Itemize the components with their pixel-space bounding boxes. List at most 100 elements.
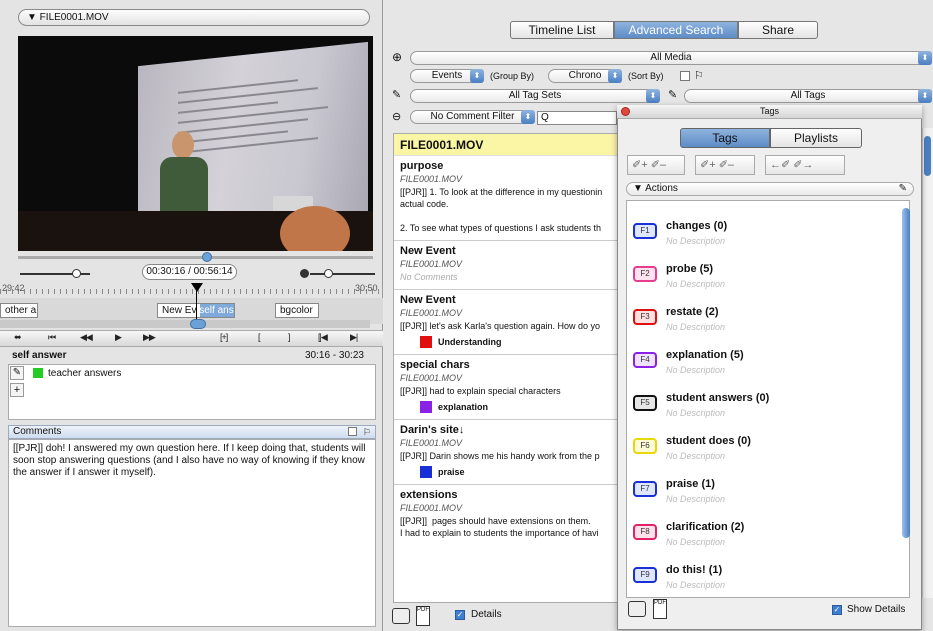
- video-player[interactable]: [18, 36, 373, 251]
- tag-description: No Description: [666, 451, 726, 461]
- rewind-button[interactable]: ◀◀: [80, 332, 93, 343]
- tag-color-swatch: [420, 466, 432, 478]
- sort-by-label: (Sort By): [628, 71, 664, 81]
- playhead-marker-icon[interactable]: [191, 283, 203, 292]
- timeline-clip[interactable]: bgcolor: [275, 303, 319, 318]
- flag-icon[interactable]: ⚐: [363, 426, 371, 438]
- tag-item[interactable]: F5 student answers (0) No Description: [633, 381, 893, 421]
- print-icon[interactable]: [392, 608, 410, 624]
- media-icon: ⊕: [392, 50, 403, 64]
- event-item[interactable]: New Event FILE0001.MOV No Comments: [394, 241, 617, 290]
- event-item[interactable]: Darin's site↓ FILE0001.MOV [[PJR]] Darin…: [394, 420, 617, 485]
- jump-start-button[interactable]: ⏮: [48, 332, 56, 343]
- go-to-out-button[interactable]: ▶|: [350, 332, 358, 343]
- group-by-select[interactable]: Events ⬍: [410, 69, 484, 83]
- tag-name: probe (5): [666, 263, 714, 275]
- tag-item[interactable]: F8 clarification (2) No Description: [633, 510, 893, 550]
- tab-timeline-list[interactable]: Timeline List: [510, 21, 614, 39]
- event-title: New Event: [400, 294, 456, 306]
- tag-hotkey-badge: F4: [633, 352, 657, 368]
- comments-textarea[interactable]: [[PJR]] doh! I answered my own question …: [8, 439, 376, 627]
- details-checkbox[interactable]: ✓: [455, 610, 465, 620]
- event-title: Darin's site↓: [400, 424, 465, 436]
- tag-item[interactable]: F1 changes (0) No Description: [633, 209, 893, 249]
- speed-slider[interactable]: [300, 269, 375, 279]
- event-file: FILE0001.MOV: [400, 259, 463, 269]
- close-icon[interactable]: [621, 107, 630, 116]
- tab-playlists[interactable]: Playlists: [770, 128, 862, 148]
- pdf-export-icon[interactable]: PDF: [653, 599, 667, 619]
- tab-advanced-search[interactable]: Advanced Search: [614, 21, 738, 39]
- event-comment: [[PJR]] 1. To look at the difference in …: [400, 187, 603, 233]
- comments-checkbox[interactable]: [348, 427, 357, 436]
- tag-color-swatch: [33, 368, 43, 378]
- timeline-zoom-bar[interactable]: [0, 320, 370, 328]
- tag-item[interactable]: F4 explanation (5) No Description: [633, 338, 893, 378]
- tag-hotkey-badge: F7: [633, 481, 657, 497]
- ruler-end-time: 30:50: [355, 283, 378, 293]
- mark-in-button[interactable]: [: [258, 332, 260, 342]
- fast-forward-button[interactable]: ▶▶: [143, 332, 156, 343]
- add-remove-tagset-tools[interactable]: ✐+ ✐–: [695, 155, 755, 175]
- tag-name: changes (0): [666, 220, 728, 232]
- play-button[interactable]: ▶: [115, 332, 122, 343]
- all-tags-select[interactable]: All Tags ⬍: [684, 89, 932, 103]
- playback-scrubber[interactable]: [18, 256, 373, 259]
- event-comment: No Comments: [400, 272, 458, 282]
- event-file: FILE0001.MOV: [400, 174, 463, 184]
- actions-menu[interactable]: ▼ Actions ✎: [626, 182, 914, 196]
- timeline-clip[interactable]: other a: [0, 303, 38, 318]
- zoom-knob[interactable]: [190, 319, 206, 329]
- tag-hotkey-badge: F2: [633, 266, 657, 282]
- list-scrollbar[interactable]: [922, 128, 933, 598]
- event-comment: [[PJR]] let's ask Karla's question again…: [400, 321, 601, 331]
- tab-tags[interactable]: Tags: [680, 128, 770, 148]
- mark-out-button[interactable]: ]: [288, 332, 290, 342]
- ruler-start-time: 29:42: [2, 283, 25, 293]
- event-item[interactable]: purpose FILE0001.MOV [[PJR]] 1. To look …: [394, 156, 617, 241]
- go-to-in-button[interactable]: [|◀: [318, 332, 328, 343]
- event-title: New Event: [400, 245, 456, 257]
- details-label: Details: [471, 609, 502, 620]
- show-details-label: Show Details: [847, 604, 906, 615]
- sort-checkbox[interactable]: [680, 71, 690, 81]
- tag-description: No Description: [666, 279, 726, 289]
- add-remove-tag-tools[interactable]: ✐+ ✐–: [627, 155, 685, 175]
- tag-item[interactable]: F9 do this! (1) No Description: [633, 553, 893, 593]
- tag-sets-select[interactable]: All Tag Sets ⬍: [410, 89, 660, 103]
- add-tag-button[interactable]: +: [10, 383, 24, 397]
- event-item[interactable]: special chars FILE0001.MOV [[PJR]] had t…: [394, 355, 617, 420]
- tag-item[interactable]: F2 probe (5) No Description: [633, 252, 893, 292]
- event-title: extensions: [400, 489, 458, 501]
- file-selector[interactable]: ▼ FILE0001.MOV: [18, 9, 370, 26]
- comment-filter-select[interactable]: No Comment Filter ⬍: [410, 110, 535, 124]
- tag-item[interactable]: F6 student does (0) No Description: [633, 424, 893, 464]
- event-time-range: 30:16 - 30:23: [305, 350, 364, 361]
- pencil-icon[interactable]: ✎: [899, 183, 907, 195]
- search-input[interactable]: Q: [537, 111, 617, 125]
- event-title: special chars: [400, 359, 470, 371]
- new-event-button[interactable]: [+]: [220, 332, 228, 342]
- volume-slider[interactable]: [20, 269, 90, 279]
- media-filter-select[interactable]: All Media ⬍: [410, 51, 932, 65]
- fit-button[interactable]: ⬌: [14, 332, 21, 343]
- pdf-export-icon[interactable]: PDF: [416, 606, 430, 626]
- tab-share[interactable]: Share: [738, 21, 818, 39]
- tag-item[interactable]: F7 praise (1) No Description: [633, 467, 893, 507]
- tag-item[interactable]: F3 restate (2) No Description: [633, 295, 893, 335]
- event-item[interactable]: extensions FILE0001.MOV [[PJR]] pages sh…: [394, 485, 617, 545]
- event-comment: [[PJR]] had to explain special character…: [400, 386, 561, 396]
- edit-tag-button[interactable]: ✎: [10, 366, 24, 380]
- flag-icon[interactable]: ⚐: [694, 69, 704, 82]
- event-item[interactable]: New Event FILE0001.MOV [[PJR]] let's ask…: [394, 290, 617, 355]
- print-icon[interactable]: [628, 601, 646, 617]
- scrubber-knob[interactable]: [202, 252, 212, 262]
- tag-name: restate (2): [666, 306, 719, 318]
- sort-by-select[interactable]: Chrono ⬍: [548, 69, 622, 83]
- tags-window-title[interactable]: Tags: [617, 105, 922, 119]
- tag-hotkey-badge: F5: [633, 395, 657, 411]
- show-details-checkbox[interactable]: ✓: [832, 605, 842, 615]
- tag-list-scrollbar[interactable]: [902, 208, 910, 538]
- list-scrollbar-thumb[interactable]: [924, 136, 931, 176]
- import-export-tag-tools[interactable]: ←✐ ✐→: [765, 155, 845, 175]
